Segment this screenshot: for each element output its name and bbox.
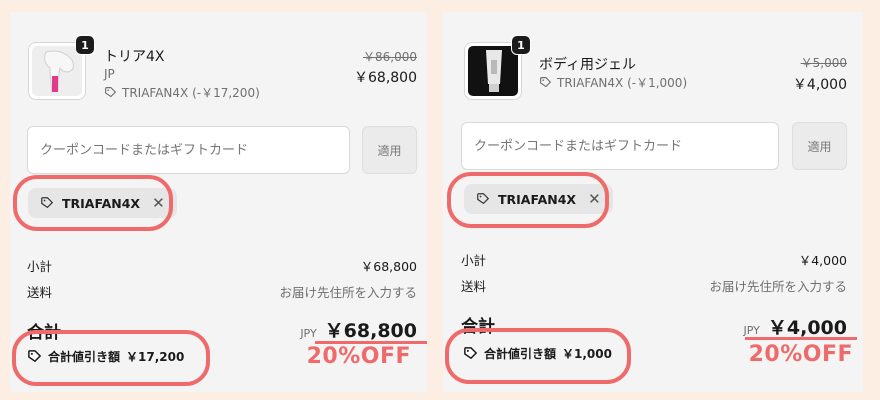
- savings-label: 合計値引き額: [484, 347, 557, 361]
- product-discount-text: TRIAFAN4X (-￥1,000): [557, 76, 688, 90]
- tag-icon: [105, 87, 117, 98]
- shipping-row: 送料 お届け先住所を入力する: [461, 276, 847, 295]
- coupon-input[interactable]: [27, 126, 350, 174]
- tag-icon: [540, 77, 552, 88]
- apply-button[interactable]: 適用: [792, 122, 847, 170]
- savings-value: ￥17,200: [126, 350, 185, 364]
- product-name: ボディ用ジェル: [539, 57, 637, 73]
- total-label: 合計: [461, 317, 495, 337]
- tag-icon: [477, 193, 490, 205]
- total-amount: ￥4,000: [767, 317, 847, 339]
- shipping-value: お届け先住所を入力する: [709, 279, 847, 294]
- product-price: ￥68,800: [354, 70, 417, 86]
- product-thumbnail: 1: [464, 35, 531, 100]
- savings-label: 合計値引き額: [48, 350, 121, 364]
- coupon-input[interactable]: [461, 122, 779, 170]
- original-price: ￥5,000: [800, 56, 847, 70]
- shipping-label: 送料: [461, 279, 487, 294]
- tag-icon: [464, 347, 478, 360]
- tag-icon: [41, 197, 54, 209]
- product-image-tria: [32, 46, 82, 96]
- order-summary-right: 1 ボディ用ジェル TRIAFAN4X (-￥1,000) ￥5,000 ￥4,…: [443, 12, 863, 392]
- quantity-badge: 1: [75, 35, 95, 55]
- original-price: ￥86,000: [363, 50, 417, 64]
- applied-discount-chip: TRIAFAN4X ✕: [464, 184, 613, 214]
- total-label: 合計: [27, 323, 61, 343]
- subtotal-label: 小計: [461, 253, 487, 268]
- total-value: JPY ￥68,800: [300, 316, 417, 343]
- tag-icon: [28, 350, 42, 363]
- quantity-badge: 1: [511, 35, 531, 55]
- savings-value: ￥1,000: [562, 347, 612, 361]
- order-summary-left: 1 トリア4X JP TRIAFAN4X (-￥17,200) ￥86,000 …: [10, 12, 427, 392]
- subtotal-value: ￥4,000: [798, 253, 847, 268]
- applied-discount-chip: TRIAFAN4X ✕: [28, 188, 177, 218]
- total-currency: JPY: [300, 327, 317, 340]
- product-thumbnail: 1: [28, 35, 95, 100]
- product-price: ￥4,000: [792, 77, 847, 93]
- shipping-value: お届け先住所を入力する: [279, 285, 417, 300]
- total-currency: JPY: [743, 324, 760, 337]
- total-savings: 合計値引き額 ￥1,000: [463, 345, 612, 362]
- subtotal-value: ￥68,800: [360, 259, 417, 274]
- product-name: トリア4X: [104, 49, 165, 65]
- highlight-underline: [745, 337, 857, 340]
- applied-code: TRIAFAN4X: [62, 195, 141, 211]
- product-discount: TRIAFAN4X (-￥1,000): [539, 74, 687, 91]
- total-amount: ￥68,800: [324, 320, 417, 342]
- off-label: 20%OFF: [306, 344, 411, 369]
- total-savings: 合計値引き額 ￥17,200: [27, 348, 184, 365]
- shipping-row: 送料 お届け先住所を入力する: [27, 282, 417, 301]
- total-value: JPY ￥4,000: [744, 313, 847, 340]
- product-variant: JP: [104, 67, 115, 81]
- shipping-label: 送料: [27, 285, 53, 300]
- product-discount: TRIAFAN4X (-￥17,200): [104, 84, 260, 101]
- close-icon[interactable]: ✕: [588, 190, 601, 208]
- product-image-gel: [468, 46, 518, 96]
- off-label: 20%OFF: [748, 342, 853, 367]
- subtotal-label: 小計: [27, 259, 53, 274]
- apply-button[interactable]: 適用: [362, 126, 417, 174]
- close-icon[interactable]: ✕: [152, 194, 165, 212]
- subtotal-row: 小計 ￥4,000: [461, 250, 847, 269]
- applied-code: TRIAFAN4X: [498, 191, 577, 207]
- product-discount-text: TRIAFAN4X (-￥17,200): [122, 86, 260, 100]
- subtotal-row: 小計 ￥68,800: [27, 256, 417, 275]
